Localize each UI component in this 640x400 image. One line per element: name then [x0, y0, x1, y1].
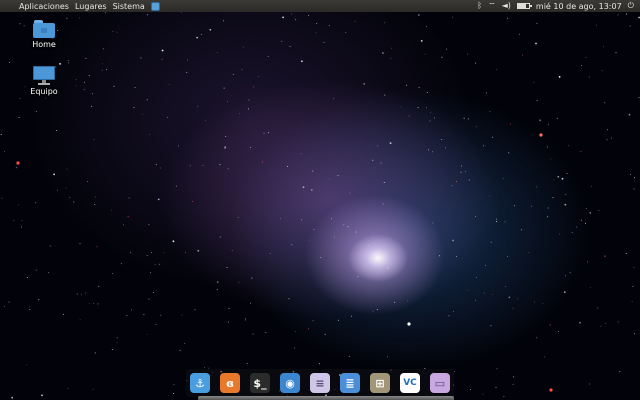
archive-icon[interactable]: ⊞	[370, 373, 390, 393]
desktop-icon-label: Home	[32, 40, 56, 49]
menu-places[interactable]: Lugares	[72, 2, 110, 11]
folder-icon	[33, 20, 55, 38]
computer-icon	[33, 66, 55, 85]
anchor-app-icon[interactable]: ⚓	[190, 373, 210, 393]
main-menu: Aplicaciones Lugares Sistema	[0, 1, 160, 11]
firefox-icon[interactable]: ɞ	[220, 373, 240, 393]
clock[interactable]: mié 10 de ago, 13:07	[536, 2, 622, 11]
vc-app-icon[interactable]: VC	[400, 373, 420, 393]
volume-icon[interactable]: ◄)	[502, 0, 511, 12]
desktop-wallpaper	[0, 0, 640, 400]
screenshot-icon[interactable]: ◉	[280, 373, 300, 393]
dock-shelf	[198, 396, 454, 400]
system-tray: ᛒ ⌔ ◄) mié 10 de ago, 13:07 ⏻	[477, 0, 640, 12]
document-viewer-icon[interactable]: ≣	[340, 373, 360, 393]
menu-system[interactable]: Sistema	[110, 2, 148, 11]
battery-icon[interactable]	[516, 3, 532, 9]
panel-launcher-icon[interactable]	[150, 1, 160, 11]
text-editor-icon[interactable]: ≡	[310, 373, 330, 393]
bluetooth-icon[interactable]: ᛒ	[477, 0, 482, 12]
terminal-icon[interactable]: $_	[250, 373, 270, 393]
desktop-icon-computer[interactable]: Equipo	[19, 66, 69, 96]
starfield	[0, 11, 640, 400]
file-manager-icon[interactable]: ▭	[430, 373, 450, 393]
top-panel: Aplicaciones Lugares Sistema ᛒ ⌔ ◄) mié …	[0, 0, 640, 12]
wifi-icon[interactable]: ⌔	[488, 0, 496, 12]
menu-applications[interactable]: Aplicaciones	[16, 2, 72, 11]
power-icon[interactable]: ⏻	[628, 0, 634, 12]
desktop-icon-home[interactable]: Home	[19, 20, 69, 49]
desktop-icon-label: Equipo	[30, 87, 58, 96]
dock: ⚓ ɞ $_ ◉ ≡ ≣ ⊞ VC ▭	[186, 369, 454, 397]
